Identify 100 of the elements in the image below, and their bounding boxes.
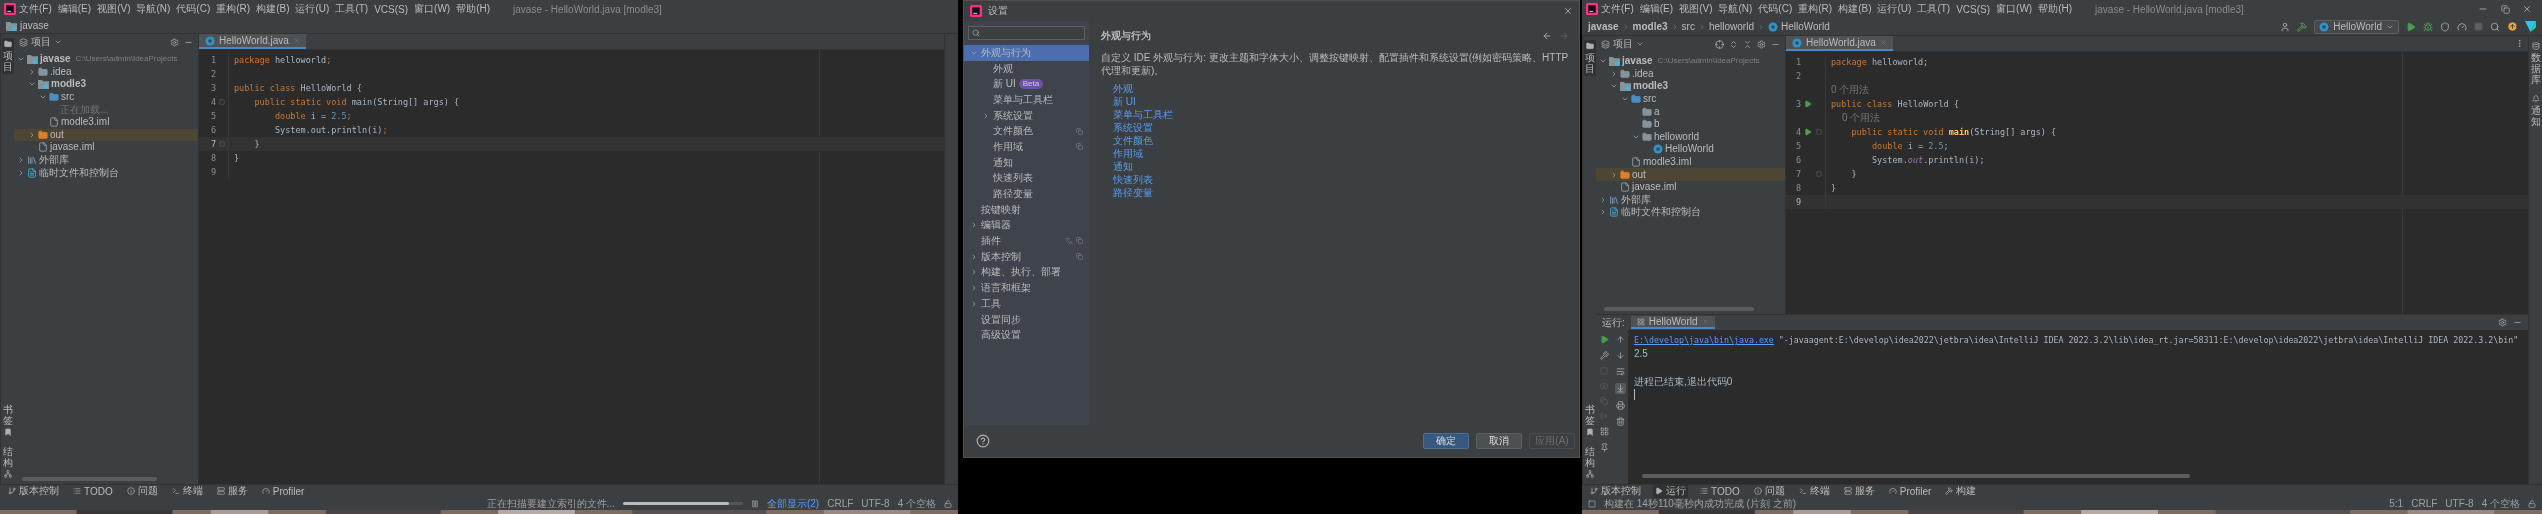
breadcrumb-item[interactable]: HelloWorld bbox=[1768, 21, 1830, 32]
tree-item[interactable]: javase C:\Users\admin\IdeaProjects bbox=[14, 53, 198, 66]
settings-nav-item[interactable]: 外观 bbox=[964, 60, 1089, 77]
tool-window-button[interactable]: Profiler bbox=[259, 485, 307, 497]
side-tab[interactable]: 结构 bbox=[1583, 444, 1596, 480]
debug-icon[interactable] bbox=[2423, 21, 2433, 32]
profiler-icon[interactable] bbox=[2457, 21, 2467, 32]
search-field[interactable] bbox=[968, 26, 1085, 40]
settings-nav-item[interactable]: 新 UI Beta bbox=[964, 76, 1089, 93]
console-link[interactable]: E:\develop\java\bin\java.exe bbox=[1634, 335, 1774, 345]
wrap-icon[interactable] bbox=[1615, 367, 1625, 376]
tree-item[interactable]: out bbox=[14, 128, 198, 142]
tree-item[interactable]: a bbox=[1596, 105, 1785, 118]
unlock-icon[interactable] bbox=[944, 499, 952, 508]
chevron-right-icon[interactable] bbox=[1599, 195, 1607, 204]
tool-window-button[interactable]: 问题 bbox=[1751, 484, 1787, 498]
chevron-right-icon[interactable] bbox=[970, 299, 978, 308]
menu-item[interactable]: 编辑(E) bbox=[1636, 2, 1677, 16]
breadcrumb-item[interactable]: javase bbox=[6, 20, 49, 31]
menu-item[interactable]: 文件(F) bbox=[1598, 2, 1637, 16]
restore-icon[interactable] bbox=[2500, 4, 2510, 14]
menu-item[interactable]: 视图(V) bbox=[1676, 2, 1716, 16]
settings-link[interactable]: 系统设置 bbox=[1113, 121, 1153, 134]
back-icon[interactable] bbox=[1542, 31, 1552, 41]
side-tab[interactable]: 数据库 bbox=[2529, 40, 2542, 87]
settings-link[interactable]: 菜单与工具栏 bbox=[1113, 108, 1173, 121]
chevron-right-icon[interactable] bbox=[28, 130, 36, 139]
tree-item[interactable]: 外部库 bbox=[1596, 193, 1785, 207]
coverage-icon[interactable] bbox=[2440, 21, 2450, 32]
dialog-button[interactable]: 取消 bbox=[1476, 433, 1522, 449]
settings-nav-item[interactable]: 插件 bbox=[964, 233, 1089, 249]
settings-nav-item[interactable]: 系统设置 bbox=[964, 107, 1089, 124]
layout-icon[interactable] bbox=[1599, 427, 1609, 436]
menu-item[interactable]: 导航(N) bbox=[133, 2, 174, 16]
tool-window-button[interactable]: 版本控制 bbox=[6, 484, 61, 498]
menu-item[interactable]: 窗口(W) bbox=[1993, 2, 2036, 16]
tool-window-button[interactable]: 构建 bbox=[1943, 484, 1979, 498]
tool-window-button[interactable]: 服务 bbox=[214, 484, 250, 498]
tree-item[interactable]: HelloWorld bbox=[1596, 143, 1785, 156]
arrow-up-icon[interactable] bbox=[1615, 335, 1625, 344]
side-tab[interactable]: 项目 bbox=[1583, 40, 1596, 76]
breadcrumb-item[interactable]: src bbox=[1681, 21, 1695, 32]
trash-icon[interactable] bbox=[1615, 417, 1625, 426]
settings-nav-item[interactable]: 文件颜色 bbox=[964, 123, 1089, 140]
rerun-icon[interactable] bbox=[1599, 335, 1609, 344]
wrench-icon[interactable] bbox=[1599, 351, 1609, 360]
menu-item[interactable]: 帮助(H) bbox=[2035, 2, 2076, 16]
chevron-right-icon[interactable] bbox=[970, 268, 978, 277]
settings-nav-item[interactable]: 设置同步 bbox=[964, 311, 1089, 328]
chevron-right-icon[interactable] bbox=[17, 156, 25, 165]
editor-tab[interactable]: HelloWorld.java bbox=[199, 34, 306, 49]
tree-item[interactable]: helloworld bbox=[1596, 130, 1785, 144]
status-item[interactable]: 5:1 bbox=[2389, 498, 2404, 509]
menu-item[interactable]: 代码(C) bbox=[173, 2, 214, 16]
project-view-dropdown[interactable]: 项目 bbox=[1601, 37, 1644, 51]
tool-window-button[interactable]: 问题 bbox=[124, 484, 160, 498]
settings-icon[interactable] bbox=[1757, 39, 1766, 49]
settings-nav-item[interactable]: 通知 bbox=[964, 154, 1089, 171]
tree-item[interactable]: 外部库 bbox=[14, 153, 198, 167]
more-icon[interactable] bbox=[2515, 39, 2524, 48]
settings-nav-item[interactable]: 菜单与工具栏 bbox=[964, 92, 1089, 108]
menu-item[interactable]: 文件(F) bbox=[16, 2, 55, 16]
logo-icon[interactable] bbox=[2525, 21, 2536, 32]
settings-nav-item[interactable]: 版本控制 bbox=[964, 248, 1089, 265]
menu-item[interactable]: 代码(C) bbox=[1755, 2, 1796, 16]
side-tab[interactable]: 结构 bbox=[1, 444, 14, 480]
project-view-dropdown[interactable]: 项目 bbox=[19, 35, 62, 49]
chevron-right-icon[interactable] bbox=[982, 111, 990, 120]
app-logo-icon[interactable] bbox=[4, 3, 16, 15]
breadcrumb-item[interactable]: helloworld bbox=[1708, 21, 1754, 32]
menu-item[interactable]: VCS(S) bbox=[1953, 3, 1994, 15]
unlock-icon[interactable] bbox=[2528, 499, 2536, 508]
menu-item[interactable]: 构建(B) bbox=[1835, 2, 1875, 16]
build-icon[interactable] bbox=[2297, 21, 2308, 32]
tool-window-button[interactable]: 终端 bbox=[169, 484, 205, 498]
tree-item[interactable]: modle3 bbox=[14, 78, 198, 91]
status-item[interactable]: CRLF bbox=[827, 498, 854, 509]
settings-nav-item[interactable]: 路径变量 bbox=[964, 186, 1089, 202]
settings-link[interactable]: 外观 bbox=[1113, 82, 1133, 95]
settings-nav-item[interactable]: 作用域 bbox=[964, 139, 1089, 155]
editor-tab[interactable]: HelloWorld.java bbox=[1786, 36, 1893, 51]
status-item[interactable]: CRLF bbox=[2411, 498, 2438, 509]
menu-item[interactable]: 工具(T) bbox=[332, 2, 372, 16]
app-logo-icon[interactable] bbox=[970, 5, 982, 17]
chevron-right-icon[interactable] bbox=[970, 252, 978, 261]
usage-hint[interactable]: 0 个用法 bbox=[1826, 111, 2528, 125]
close-icon[interactable] bbox=[1563, 6, 1573, 16]
tool-window-button[interactable]: 终端 bbox=[1796, 484, 1832, 498]
chevron-right-icon[interactable] bbox=[28, 67, 36, 76]
settings-link[interactable]: 路径变量 bbox=[1113, 186, 1153, 199]
printer-icon[interactable] bbox=[1615, 401, 1625, 410]
chevron-right-icon[interactable] bbox=[970, 284, 978, 293]
settings-link[interactable]: 新 UI bbox=[1113, 95, 1136, 108]
scroll-to-end-icon[interactable] bbox=[1615, 384, 1625, 393]
arrow-down-icon[interactable] bbox=[1615, 351, 1625, 360]
settings-nav-item[interactable]: 高级设置 bbox=[964, 327, 1089, 344]
side-tab[interactable]: 书签 bbox=[1583, 402, 1596, 438]
run-icon[interactable] bbox=[1804, 128, 1812, 136]
menu-item[interactable]: 帮助(H) bbox=[453, 2, 494, 16]
menu-item[interactable]: 重构(R) bbox=[213, 2, 254, 16]
